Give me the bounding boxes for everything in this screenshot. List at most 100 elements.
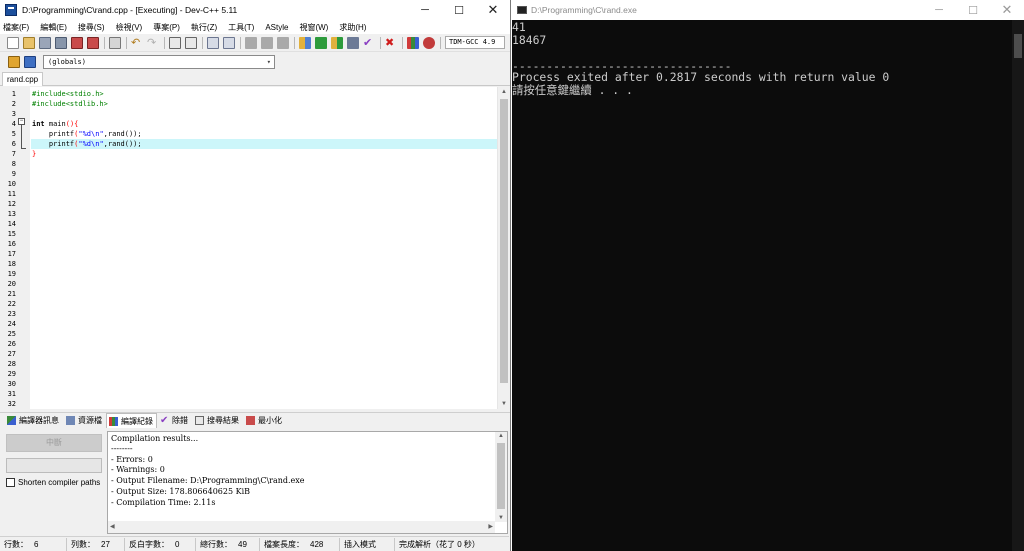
log-line: - Warnings: 0	[111, 465, 165, 474]
status-column: 列數： 27	[67, 537, 125, 551]
console-app-icon	[517, 6, 527, 14]
line-number: 13	[7, 210, 16, 218]
scroll-down-icon[interactable]: ▼	[498, 515, 504, 521]
debug-icon[interactable]	[423, 36, 435, 49]
menu-help[interactable]: 求助(H)	[339, 22, 366, 33]
stop-execution-icon[interactable]: ✖	[385, 37, 397, 49]
maximize-button[interactable]: ☐	[442, 0, 476, 20]
replace-icon[interactable]	[185, 36, 197, 49]
scroll-up-icon[interactable]: ▲	[498, 87, 509, 97]
status-value: 0	[175, 539, 180, 549]
ide-window-title: D:\Programming\C\rand.cpp - [Executing] …	[22, 5, 238, 15]
print-icon[interactable]	[109, 36, 121, 49]
toggle-comment-icon[interactable]	[24, 55, 36, 68]
fold-guide-end	[21, 148, 26, 149]
compile-icon[interactable]	[299, 36, 311, 49]
code-token: ,rand());	[103, 130, 142, 138]
tab-compiler-messages[interactable]: 編譯器訊息	[4, 413, 63, 428]
menu-project[interactable]: 專案(P)	[153, 22, 180, 33]
menu-window[interactable]: 視窗(W)	[299, 22, 328, 33]
abort-compilation-button[interactable]: 中斷	[6, 434, 102, 452]
menu-search[interactable]: 搜尋(S)	[78, 22, 105, 33]
tab-minimize[interactable]: 最小化	[243, 413, 286, 428]
close-button[interactable]: ✕	[476, 0, 510, 20]
rebuild-icon[interactable]	[347, 36, 359, 49]
file-tab-rand-cpp[interactable]: rand.cpp	[2, 72, 44, 86]
save-icon[interactable]	[39, 36, 51, 49]
main-toolbar: ↶ ↷ ✔ ✖ TDM-GCC 4.9	[0, 34, 510, 52]
code-editor[interactable]: − 1 2 3 4 5 6 7 8 9 10 11 12 13 14 15 16 17 18 19 20 21 22 23 2…	[0, 87, 509, 409]
tab-debug[interactable]: ✔ 除錯	[157, 413, 192, 428]
profile-icon[interactable]	[407, 36, 419, 49]
line-number: 24	[7, 320, 16, 328]
menu-file[interactable]: 檔案(F)	[3, 22, 29, 33]
scrollbar-thumb[interactable]	[1014, 34, 1022, 58]
log-line: Compilation results...	[111, 434, 199, 443]
log-line: - Compilation Time: 2.11s	[111, 498, 216, 507]
code-line-7: }	[31, 149, 497, 159]
menu-tools[interactable]: 工具(T)	[228, 22, 254, 33]
open-file-icon[interactable]	[23, 36, 35, 49]
scrollbar-thumb[interactable]	[497, 443, 505, 509]
run-icon[interactable]	[315, 36, 327, 49]
toggle-bookmark-icon[interactable]	[223, 36, 235, 49]
tab-resources[interactable]: 資源檔	[63, 413, 106, 428]
scrollbar-thumb[interactable]	[500, 99, 508, 383]
toolbar-separator	[202, 36, 203, 49]
scroll-left-icon[interactable]: ◀	[110, 523, 115, 530]
status-value: 6	[34, 539, 39, 549]
toolbar-separator	[402, 36, 403, 49]
minimize-button[interactable]: ─	[922, 0, 956, 20]
close-file-icon[interactable]	[71, 36, 83, 49]
save-all-icon[interactable]	[55, 36, 67, 49]
tab-label: 除錯	[172, 416, 188, 425]
menu-edit[interactable]: 編輯(E)	[40, 22, 67, 33]
status-value: 428	[310, 539, 324, 549]
redo-icon[interactable]: ↷	[147, 37, 159, 49]
editor-vertical-scrollbar[interactable]: ▲ ▼	[497, 87, 509, 409]
console-window-title: D:\Programming\C\rand.exe	[531, 5, 637, 15]
line-number: 23	[7, 310, 16, 318]
menu-astyle[interactable]: AStyle	[265, 23, 288, 32]
maximize-button[interactable]: ☐	[956, 0, 990, 20]
back-icon[interactable]	[245, 36, 257, 49]
scope-select[interactable]: (globals) ▾	[43, 54, 275, 69]
scroll-up-icon[interactable]: ▲	[498, 433, 504, 439]
shorten-paths-checkbox[interactable]	[6, 478, 15, 487]
new-file-icon[interactable]	[7, 36, 19, 49]
fold-collapse-icon[interactable]: −	[18, 118, 25, 125]
grid-icon	[7, 416, 16, 425]
class-browser-icon[interactable]	[277, 36, 289, 49]
undo-icon[interactable]: ↶	[131, 37, 143, 49]
console-window: D:\Programming\C\rand.exe ─ ☐ ✕ 41 18467…	[512, 0, 1024, 551]
menu-view[interactable]: 檢視(V)	[116, 22, 143, 33]
compiler-select[interactable]: TDM-GCC 4.9	[445, 36, 505, 49]
goto-line-icon[interactable]	[207, 36, 219, 49]
minimize-button[interactable]: ─	[408, 0, 442, 20]
log-vertical-scrollbar[interactable]: ▲ ▼	[495, 432, 507, 522]
forward-icon[interactable]	[261, 36, 273, 49]
syntax-check-icon[interactable]: ✔	[363, 37, 375, 49]
tab-search-results[interactable]: 搜尋結果	[192, 413, 243, 428]
tab-label: 編譯器訊息	[19, 416, 59, 425]
tab-compile-log[interactable]: 編譯紀錄	[106, 413, 157, 428]
close-button[interactable]: ✕	[990, 0, 1024, 20]
log-horizontal-scrollbar[interactable]: ◀ ▶	[108, 521, 495, 533]
shorten-paths-label: Shorten compiler paths	[18, 478, 101, 487]
console-output[interactable]: 41 18467 -------------------------------…	[512, 20, 1012, 551]
compile-log-output[interactable]: Compilation results... -------- - Errors…	[107, 431, 508, 534]
code-area[interactable]: #include<stdio.h> #include<stdlib.h> int…	[31, 87, 497, 409]
insert-code-icon[interactable]	[8, 55, 20, 68]
console-line: 18467	[512, 33, 547, 47]
shorten-paths-option[interactable]: Shorten compiler paths	[6, 478, 100, 487]
code-token: (){	[65, 120, 79, 128]
scroll-down-icon[interactable]: ▼	[498, 399, 509, 409]
close-all-icon[interactable]	[87, 36, 99, 49]
compile-run-icon[interactable]	[331, 36, 343, 49]
console-vertical-scrollbar[interactable]	[1012, 20, 1024, 551]
status-value: 49	[238, 539, 247, 549]
find-icon[interactable]	[169, 36, 181, 49]
menu-execute[interactable]: 執行(Z)	[191, 22, 217, 33]
scroll-right-icon[interactable]: ▶	[488, 523, 493, 530]
